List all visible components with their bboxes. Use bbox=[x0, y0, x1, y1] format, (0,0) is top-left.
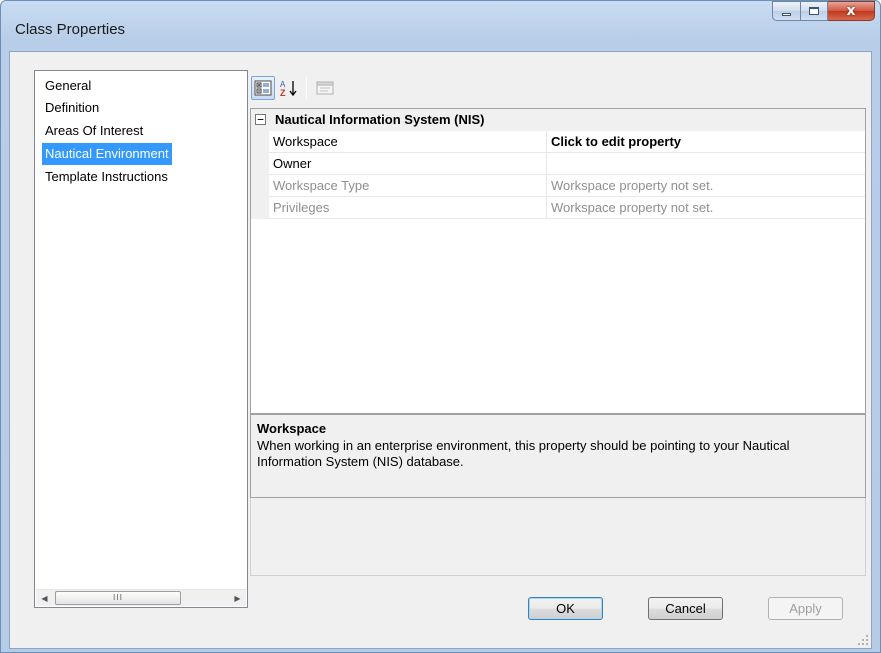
dialog-client-area: General Definition Areas Of Interest Nau… bbox=[9, 51, 872, 649]
apply-button: Apply bbox=[768, 597, 843, 620]
close-icon: x bbox=[846, 3, 856, 19]
dialog-window: Class Properties x General Definition Ar… bbox=[0, 0, 881, 653]
cancel-button[interactable]: Cancel bbox=[648, 597, 723, 620]
description-title: Workspace bbox=[257, 421, 327, 436]
svg-text:Z: Z bbox=[280, 88, 286, 97]
nav-item-label: Areas Of Interest bbox=[45, 123, 144, 138]
property-row-workspace-type: Workspace Type Workspace property not se… bbox=[251, 175, 865, 197]
maximize-icon bbox=[809, 7, 819, 15]
page-list[interactable]: General Definition Areas Of Interest Nau… bbox=[34, 70, 248, 608]
window-title: Class Properties bbox=[15, 21, 126, 38]
close-button[interactable]: x bbox=[828, 1, 875, 21]
property-row-workspace[interactable]: Workspace Click to edit property bbox=[251, 131, 865, 153]
alphabetical-sort-icon: A Z bbox=[280, 80, 297, 97]
row-gutter bbox=[251, 175, 269, 197]
property-name: Workspace bbox=[269, 131, 547, 153]
property-value: Workspace property not set. bbox=[547, 175, 865, 197]
scrollbar-grip-icon: III bbox=[112, 593, 124, 602]
maximize-button[interactable] bbox=[801, 1, 828, 21]
horizontal-scrollbar[interactable]: ◀ III ▶ bbox=[36, 589, 246, 606]
nav-item-label: General bbox=[45, 78, 92, 93]
nav-item-label: Definition bbox=[45, 100, 100, 115]
property-row-owner[interactable]: Owner bbox=[251, 153, 865, 175]
row-gutter bbox=[251, 131, 269, 153]
row-gutter bbox=[251, 153, 269, 175]
property-grid[interactable]: − Nautical Information System (NIS) Work… bbox=[250, 108, 866, 414]
nav-item-label: Template Instructions bbox=[45, 169, 168, 184]
toolbar-separator bbox=[306, 77, 307, 99]
minimize-button[interactable] bbox=[772, 1, 801, 21]
property-pages-icon bbox=[316, 81, 334, 95]
property-name: Workspace Type bbox=[269, 175, 547, 197]
nav-item-nautical-environment[interactable]: Nautical Environment bbox=[42, 143, 172, 165]
category-row[interactable]: − Nautical Information System (NIS) bbox=[251, 109, 865, 131]
resize-grip-icon[interactable] bbox=[857, 634, 869, 646]
categorized-button[interactable] bbox=[251, 76, 275, 100]
property-name: Privileges bbox=[269, 197, 547, 219]
caption-buttons: x bbox=[772, 1, 875, 21]
property-value[interactable]: Click to edit property bbox=[547, 131, 865, 153]
collapse-icon[interactable]: − bbox=[255, 114, 266, 125]
commands-panel bbox=[250, 498, 866, 576]
categorized-icon bbox=[254, 80, 272, 96]
nav-item-general[interactable]: General bbox=[42, 75, 94, 97]
minimize-icon bbox=[782, 13, 791, 16]
nav-item-template-instructions[interactable]: Template Instructions bbox=[42, 166, 171, 188]
property-value: Workspace property not set. bbox=[547, 197, 865, 219]
nav-item-areas-of-interest[interactable]: Areas Of Interest bbox=[42, 120, 146, 142]
scrollbar-thumb[interactable]: III bbox=[55, 591, 181, 605]
row-gutter bbox=[251, 197, 269, 219]
property-row-privileges: Privileges Workspace property not set. bbox=[251, 197, 865, 219]
title-bar[interactable]: Class Properties x bbox=[1, 1, 880, 51]
scroll-left-arrow-icon[interactable]: ◀ bbox=[36, 590, 53, 607]
alphabetical-button[interactable]: A Z bbox=[277, 76, 301, 100]
property-toolbar: A Z bbox=[251, 74, 339, 102]
description-text: When working in an enterprise environmen… bbox=[257, 438, 790, 469]
property-value[interactable] bbox=[547, 153, 865, 175]
scroll-right-arrow-icon[interactable]: ▶ bbox=[229, 590, 246, 607]
description-panel: Workspace When working in an enterprise … bbox=[250, 414, 866, 498]
category-label: Nautical Information System (NIS) bbox=[275, 112, 485, 127]
nav-item-label: Nautical Environment bbox=[45, 146, 169, 161]
property-name: Owner bbox=[269, 153, 547, 175]
ok-button[interactable]: OK bbox=[528, 597, 603, 620]
property-pages-button[interactable] bbox=[313, 76, 337, 100]
nav-item-definition[interactable]: Definition bbox=[42, 97, 102, 119]
